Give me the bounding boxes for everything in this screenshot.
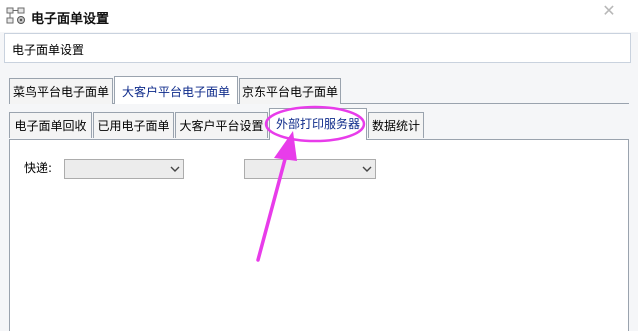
tab-statistics[interactable]: 数据统计: [368, 112, 424, 138]
close-button[interactable]: ✕: [595, 2, 623, 20]
window-title: 电子面单设置: [31, 12, 110, 27]
tab-major-client-waybill[interactable]: 大客户平台电子面单: [114, 76, 238, 104]
chevron-down-icon: [170, 166, 180, 172]
chevron-down-icon: [362, 166, 372, 172]
tab-used-waybill[interactable]: 已用电子面单: [93, 112, 174, 138]
header-label: 电子面单设置: [12, 43, 85, 57]
title-bar: 电子面单设置 ✕: [0, 0, 638, 32]
settings-tree-icon: [6, 7, 25, 24]
tab-jd-waybill[interactable]: 京东平台电子面单: [239, 78, 341, 104]
tab-cainiao-waybill[interactable]: 菜鸟平台电子面单: [9, 78, 113, 104]
tab-label: 菜鸟平台电子面单: [12, 85, 109, 99]
courier-select[interactable]: [64, 159, 184, 179]
header-panel: 电子面单设置: [4, 33, 631, 63]
tab-label: 京东平台电子面单: [241, 85, 338, 99]
tab-major-client-settings[interactable]: 大客户平台设置: [175, 112, 268, 138]
tab-label: 电子面单回收: [14, 119, 87, 133]
close-icon: ✕: [602, 1, 616, 20]
tab-label: 已用电子面单: [97, 119, 170, 133]
tab-label: 大客户平台电子面单: [121, 85, 230, 99]
tab-external-print-server[interactable]: 外部打印服务器: [269, 108, 367, 140]
dialog-window: 电子面单设置 ✕ 电子面单设置 菜鸟平台电子面单 大客户平台电子面单 京东平台电…: [0, 0, 638, 331]
tab-label: 数据统计: [371, 119, 420, 133]
tab-label: 大客户平台设置: [179, 119, 264, 133]
secondary-select[interactable]: [244, 159, 376, 179]
courier-label: 快递:: [24, 161, 53, 175]
tab-label: 外部打印服务器: [275, 117, 360, 131]
tab-waybill-recycle[interactable]: 电子面单回收: [9, 112, 92, 138]
